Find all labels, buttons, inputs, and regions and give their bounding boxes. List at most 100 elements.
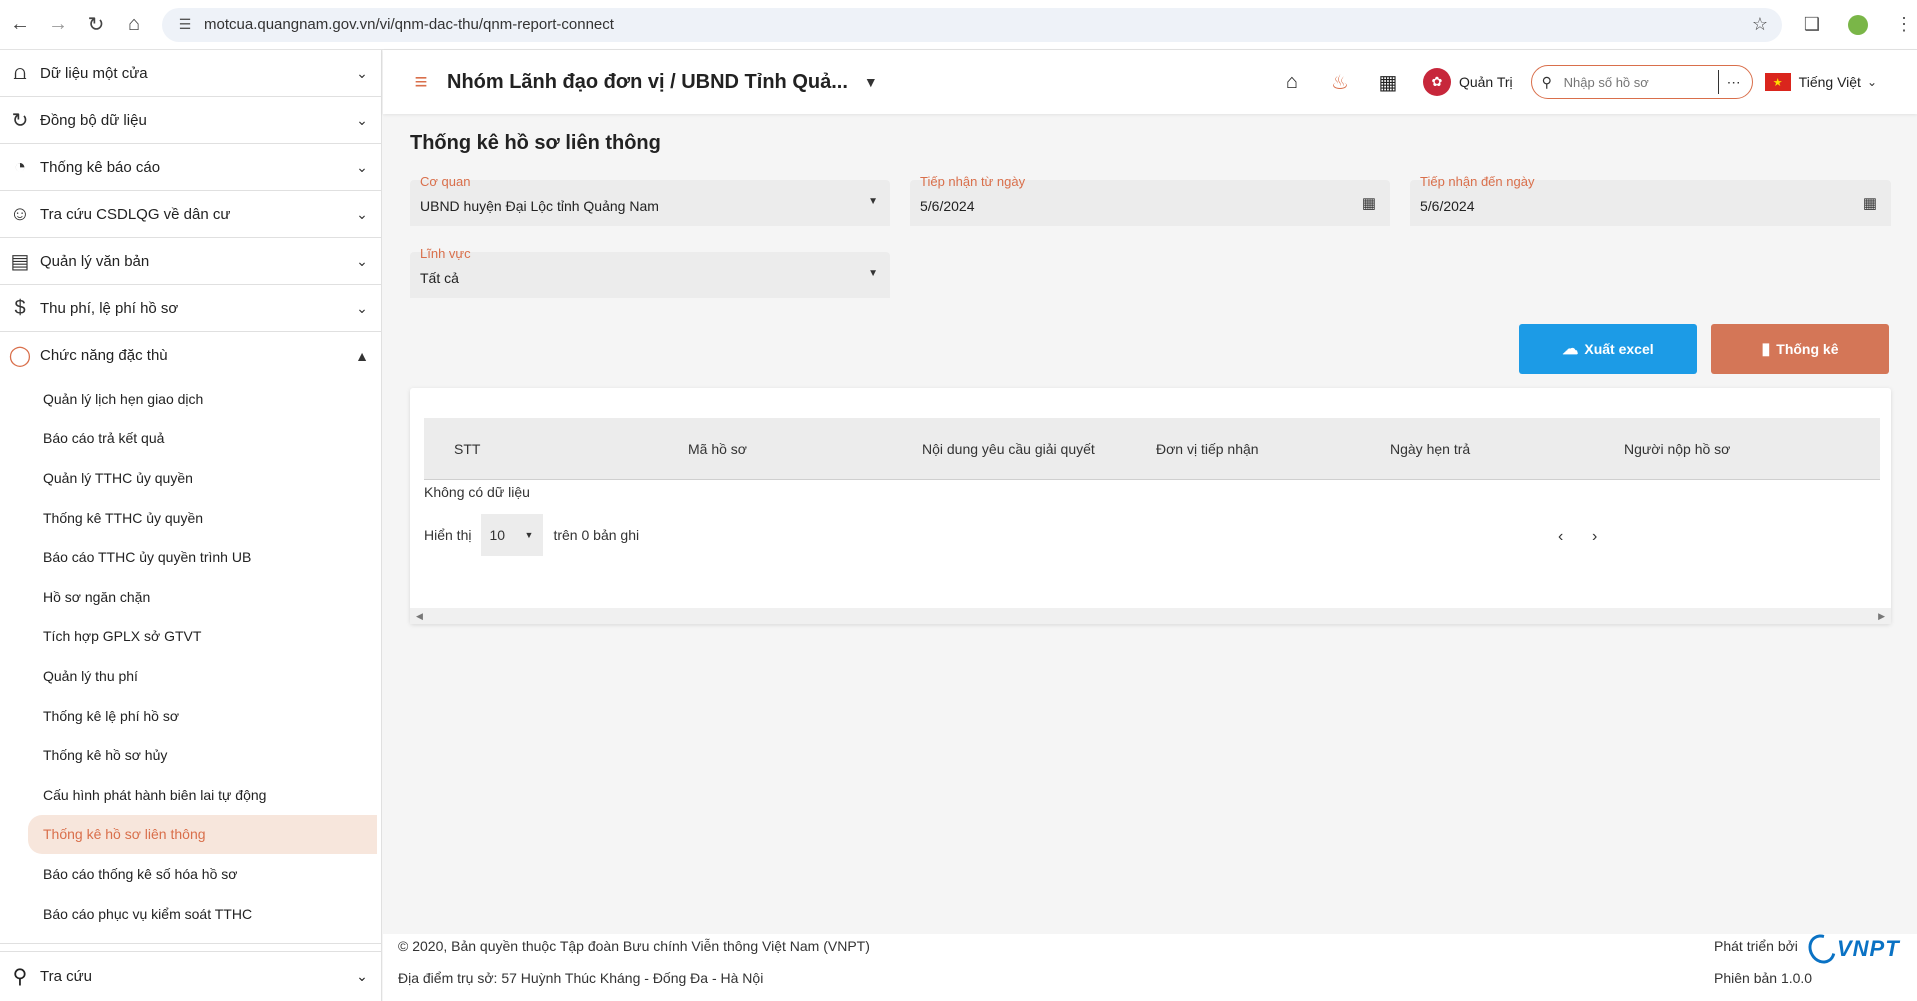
sidebar-group-label: Tra cứu [40,968,92,985]
user-name[interactable]: Quản Trị [1459,74,1513,90]
sidebar-group-search[interactable]: ⚲ Tra cứu ⌄ [0,951,381,1001]
agency-select[interactable]: Cơ quan UBND huyện Đại Lộc tỉnh Quảng Na… [410,174,890,226]
brand-name: VNPT [1837,936,1900,961]
apps-grid-icon[interactable]: ▦ [1375,69,1401,95]
profile-icon[interactable] [1846,13,1870,37]
cloud-download-icon: ☁ [1562,341,1579,358]
field-label: Tiếp nhận đến ngày [1420,174,1535,189]
chevron-down-icon: ⌄ [356,299,368,316]
search-input[interactable] [1563,74,1714,90]
copyright-text: © 2020, Bản quyền thuộc Tập đoàn Bưu chí… [398,938,870,954]
page-size-select[interactable]: 10 ▼ [481,514,544,556]
sidebar-group[interactable]: $ Thu phí, lệ phí hồ sơ ⌄ [0,285,381,332]
reload-icon[interactable]: ↻ [78,7,114,43]
footer: © 2020, Bản quyền thuộc Tập đoàn Bưu chí… [383,929,1917,1001]
site-info-icon[interactable]: ☰ [176,16,194,34]
sidebar-group-label: Thu phí, lệ phí hồ sơ [40,299,179,317]
column-header: Đơn vị tiếp nhận [1156,440,1259,457]
sidebar-sub-item[interactable]: Thống kê lệ phí hồ sơ [0,696,381,736]
sidebar-group[interactable]: ↻ Đồng bộ dữ liệu ⌄ [0,97,381,144]
home-browser-icon[interactable]: ⌂ [116,7,152,43]
sidebar-sub-item[interactable]: Quản lý thu phí [0,656,381,696]
version-text: Phiên bản 1.0.0 [1714,970,1813,986]
sidebar-group[interactable]: ☺ Tra cứu CSDLQG về dân cư ⌄ [0,191,381,238]
bookmark-star-icon[interactable]: ☆ [1752,14,1768,35]
sync-icon: ↻ [11,109,29,132]
sidebar-sub-item[interactable]: Quản lý TTHC ủy quyền [0,458,381,498]
divider [1717,70,1719,94]
bell-icon[interactable]: ♨ [1327,69,1353,95]
search-icon: ⚲ [12,966,28,988]
pdf-icon: ▤ [10,250,30,273]
dropdown-arrow-icon: ▼ [868,196,878,207]
search-box[interactable]: ⚲ ⋯ [1530,65,1753,99]
field-category-select[interactable]: Lĩnh vực Tất cả ▼ [410,246,890,298]
sidebar-sub-item[interactable]: Báo cáo trả kết quả [0,419,381,459]
calendar-icon[interactable]: ▦ [1362,194,1376,212]
unit-title[interactable]: Nhóm Lãnh đạo đơn vị / UBND Tỉnh Quả... [447,71,848,94]
chevron-down-icon[interactable]: ⌄ [1867,75,1877,89]
forward-icon[interactable]: → [40,7,76,43]
address-bar[interactable]: ☰ motcua.quangnam.gov.vn/vi/qnm-dac-thu/… [162,7,1782,42]
browser-toolbar: ← → ↻ ⌂ ☰ motcua.quangnam.gov.vn/vi/qnm-… [0,0,1917,50]
page-size-label: Hiển thị [424,527,472,543]
statistics-button[interactable]: ▮ Thống kê [1711,324,1889,374]
export-excel-button[interactable]: ☁ Xuất excel [1519,324,1697,374]
next-page-icon[interactable]: › [1592,528,1597,546]
button-label: Xuất excel [1584,341,1654,357]
scroll-left-icon[interactable]: ◀ [416,611,423,622]
more-menu-icon[interactable]: ⋮ [1892,13,1916,37]
avatar[interactable]: ✿ [1422,68,1451,96]
page-size-value: 10 [489,527,506,543]
language-selector[interactable]: Tiếng Việt [1799,74,1861,90]
pie-chart-icon: ◔ [13,155,27,178]
sidebar-group-label: Thống kê báo cáo [40,158,161,176]
more-options-icon[interactable]: ⋯ [1727,74,1741,91]
sidebar-sub-item[interactable]: Báo cáo thống kê số hóa hồ sơ [0,854,381,894]
chevron-down-icon: ⌄ [356,64,368,81]
sidebar-group-label: Tra cứu CSDLQG về dân cư [40,205,231,223]
sidebar-sub-item[interactable]: Thống kê TTHC ủy quyền [0,498,381,538]
menu-toggle-icon[interactable]: ≡ [407,69,435,95]
empty-message: Không có dữ liệu [424,484,530,500]
sidebar-group-label: Đồng bộ dữ liệu [40,111,147,129]
field-label: Tiếp nhận từ ngày [920,174,1026,189]
sidebar-group[interactable]: ▤ Quản lý văn bản ⌄ [0,238,381,285]
field-value: Tất cả [420,270,459,286]
prev-page-icon[interactable]: ‹ [1558,528,1563,546]
sidebar-sub-item[interactable]: Quản lý lịch hẹn giao dịch [0,379,381,419]
sidebar-group-label: Quản lý văn bản [40,252,150,270]
extensions-icon[interactable]: ❑ [1800,13,1824,37]
caret-down-icon[interactable]: ▼ [864,74,878,90]
sidebar-sub-item[interactable]: Tích hợp GPLX sở GTVT [0,617,381,657]
sidebar-sub-item[interactable]: Hồ sơ ngăn chặn [0,577,381,617]
field-value: UBND huyện Đại Lộc tỉnh Quảng Nam [420,198,659,214]
chevron-up-icon: ▲ [355,347,369,364]
calendar-icon[interactable]: ▦ [1863,194,1877,212]
sidebar: ⩍ Dữ liệu một cửa ⌄ ↻ Đồng bộ dữ liệu ⌄ ◔ Thống… [0,50,382,1001]
from-date-field[interactable]: Tiếp nhận từ ngày 5/6/2024 ▦ [910,174,1390,226]
sidebar-sub-item[interactable]: Báo cáo TTHC ủy quyền trình UB [0,537,381,577]
home-icon[interactable]: ⌂ [1279,69,1305,95]
field-label: Cơ quan [420,174,471,189]
vnpt-swoosh-icon [1803,929,1841,969]
sidebar-sub-item[interactable]: Thống kê hồ sơ liên thông [28,814,377,855]
bar-chart-icon: ▮ [1761,341,1771,358]
back-icon[interactable]: ← [2,7,38,43]
sidebar-group-label: Dữ liệu một cửa [40,64,148,82]
scroll-right-icon[interactable]: ▶ [1878,611,1885,622]
pagination: Hiển thị 10 ▼ trên 0 bản ghi [424,514,639,556]
sidebar-sub-list: Quản lý lịch hẹn giao dịch Báo cáo trả kế… [0,379,381,945]
to-date-field[interactable]: Tiếp nhận đến ngày 5/6/2024 ▦ [1410,174,1891,226]
sidebar-group-special[interactable]: ◯ Chức năng đặc thù ▲ [0,332,381,379]
page-title: Thống kê hồ sơ liên thông [410,132,661,154]
chevron-down-icon: ⌄ [356,252,368,269]
sidebar-sub-item[interactable]: Báo cáo phục vụ kiểm soát TTHC [0,894,381,934]
horizontal-scrollbar[interactable]: ◀ ▶ [410,608,1891,624]
sidebar-sub-item[interactable]: Thống kê hồ sơ hủy [0,735,381,775]
sidebar-group[interactable]: ⩍ Dữ liệu một cửa ⌄ [0,50,381,97]
chevron-down-icon: ⌄ [356,205,368,222]
sidebar-group[interactable]: ◔ Thống kê báo cáo ⌄ [0,144,381,191]
sidebar-sub-item[interactable]: Cấu hình phát hành biên lai tự động [0,775,381,815]
dollar-icon: $ [14,296,26,319]
